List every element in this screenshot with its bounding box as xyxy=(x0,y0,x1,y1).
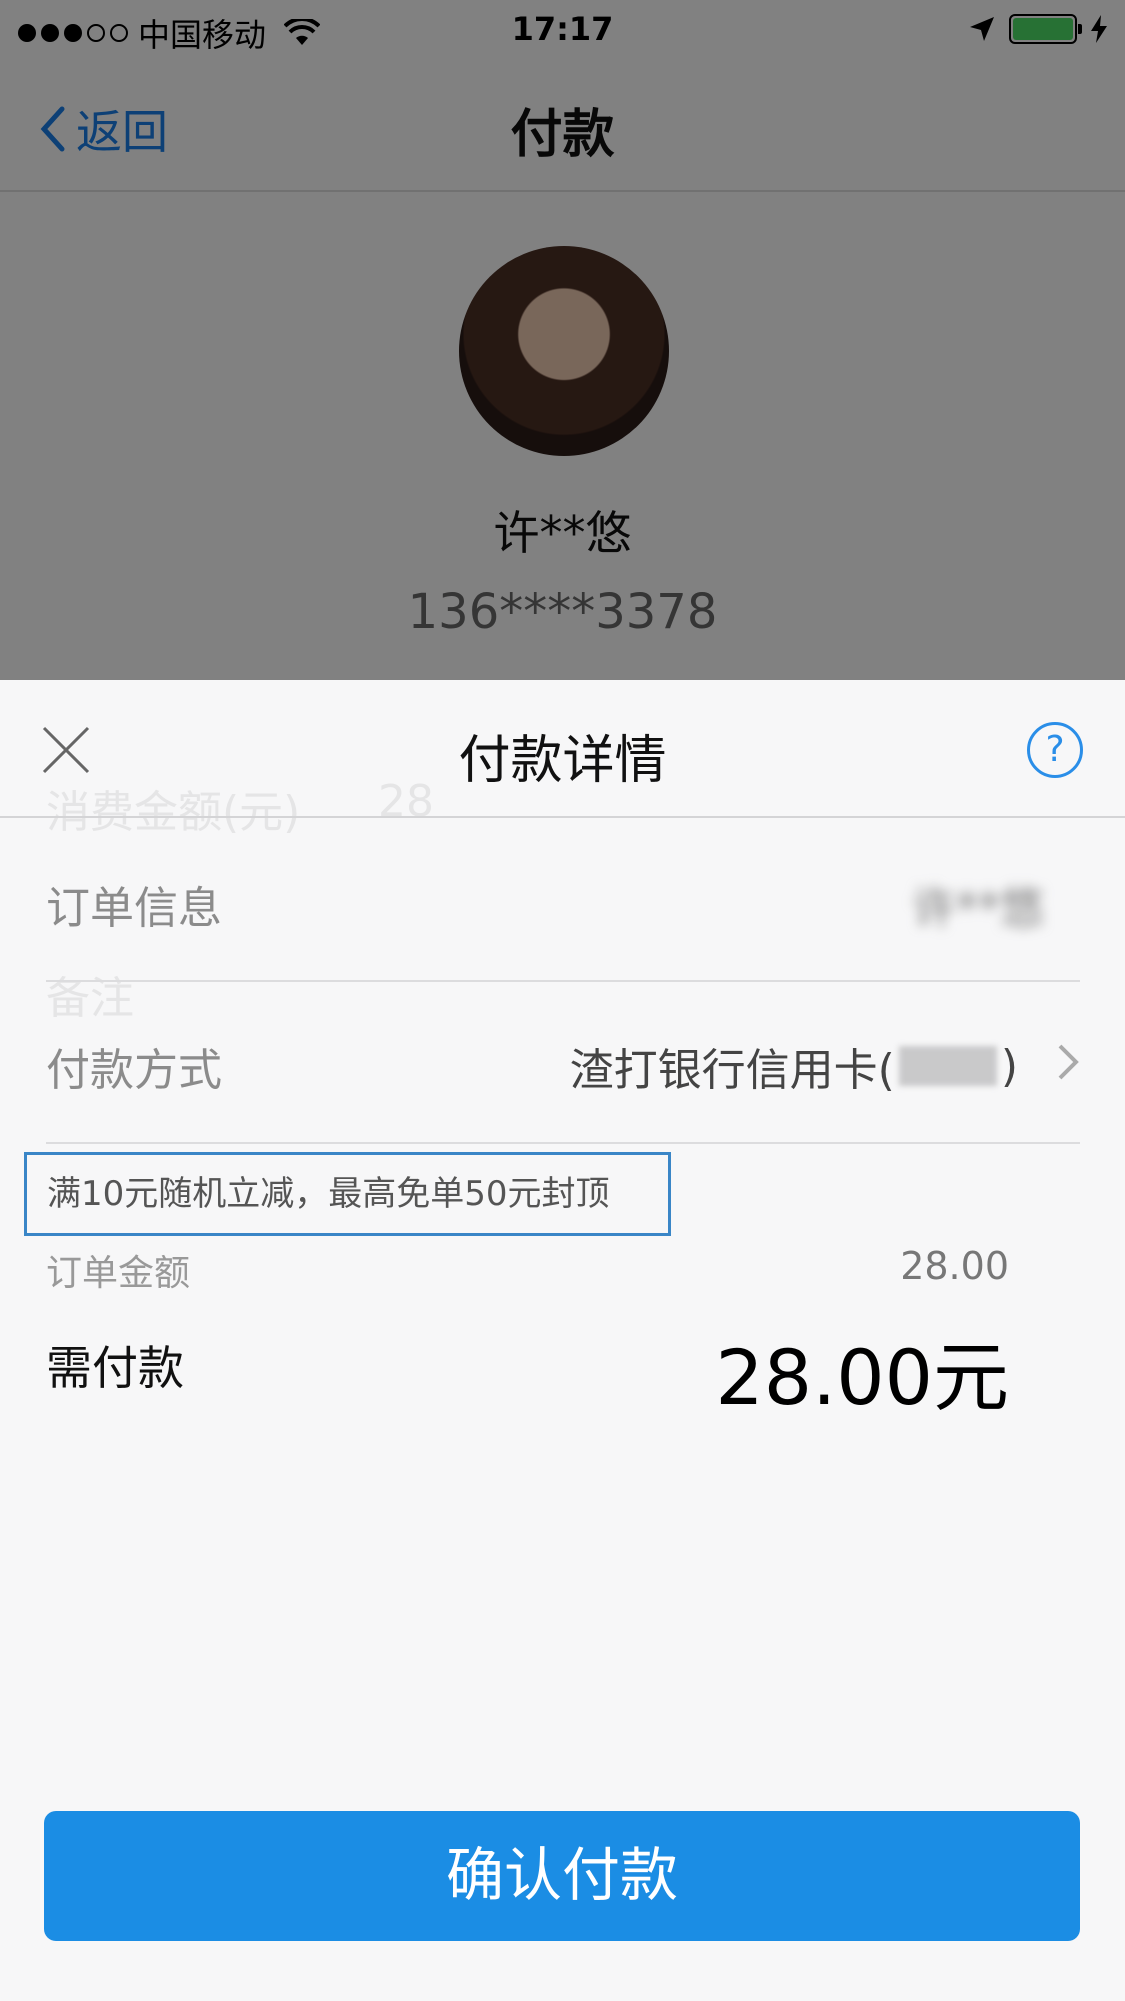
order-amount-label: 订单金额 xyxy=(46,1253,191,1294)
payment-method-label: 付款方式 xyxy=(46,1045,222,1096)
payment-method-suffix: ) xyxy=(1000,1040,1018,1092)
order-info-label: 订单信息 xyxy=(46,883,222,934)
sheet-title: 付款详情 xyxy=(458,731,667,791)
order-amount-value: 28.00 xyxy=(900,1244,1009,1288)
payment-method-card: 渣打银行信用卡( xyxy=(569,1045,895,1096)
need-pay-label: 需付款 xyxy=(46,1341,184,1395)
order-info-value: 许**悠 xyxy=(912,883,1044,934)
order-info-row: 订单信息 许**悠 xyxy=(46,820,1080,982)
need-pay-value: 28.00元 xyxy=(715,1333,1009,1422)
card-number-blurred xyxy=(898,1046,997,1086)
payment-method-row[interactable]: 付款方式 渣打银行信用卡() xyxy=(46,982,1080,1144)
confirm-payment-button[interactable]: 确认付款 xyxy=(44,1811,1080,1941)
chevron-right-icon xyxy=(1058,1044,1079,1080)
payment-method-value: 渣打银行信用卡() xyxy=(570,1034,1018,1098)
help-icon[interactable]: ? xyxy=(1027,722,1083,778)
payment-detail-sheet: 消费金额(元) 28 备注 付款详情 ? 订单信息 许**悠 付款方式 渣打银行… xyxy=(0,680,1125,2001)
sheet-header: 付款详情 ? xyxy=(0,680,1125,818)
promo-banner: 满10元随机立减，最高免单50元封顶 xyxy=(24,1152,671,1236)
dim-overlay[interactable] xyxy=(0,0,1125,682)
